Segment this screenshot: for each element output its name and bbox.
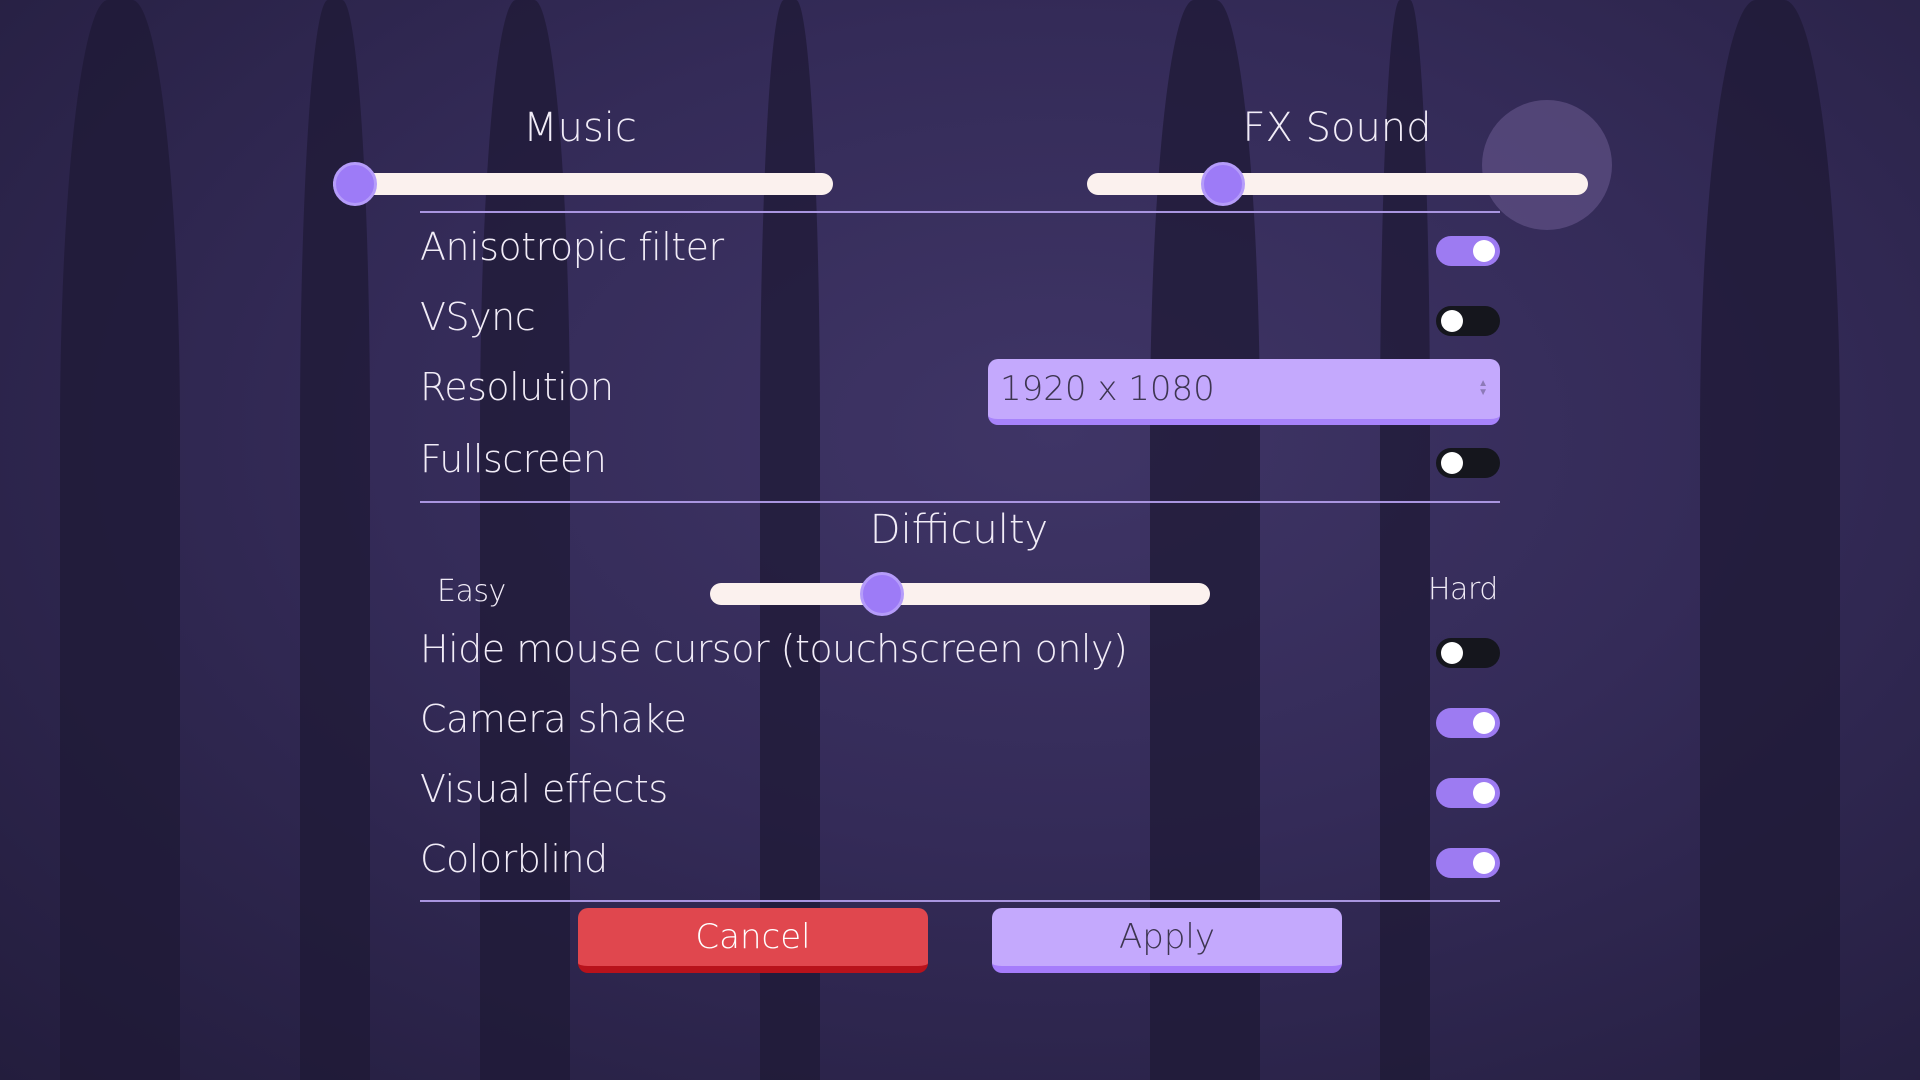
music-slider-knob[interactable] [333,162,377,206]
fullscreen-label: Fullscreen [420,437,607,481]
colorblind-toggle[interactable] [1436,848,1500,878]
divider [420,211,1500,213]
hide-mouse-cursor-label: Hide mouse cursor (touchscreen only) [420,627,1128,671]
divider [420,900,1500,902]
select-arrows-icon: ▲ ▼ [1478,378,1488,398]
difficulty-slider[interactable] [710,572,1210,616]
hard-label: Hard [1428,572,1498,607]
vsync-label: VSync [420,295,536,339]
fullscreen-toggle[interactable] [1436,448,1500,478]
resolution-label: Resolution [420,365,614,409]
moon [1482,100,1612,230]
cancel-button[interactable]: Cancel [578,908,928,973]
colorblind-label: Colorblind [420,837,608,881]
fx-sound-slider[interactable] [1087,162,1588,206]
divider [420,501,1500,503]
visual-effects-label: Visual effects [420,767,668,811]
vsync-toggle[interactable] [1436,306,1500,336]
hide-mouse-cursor-toggle[interactable] [1436,638,1500,668]
music-slider[interactable] [333,162,833,206]
camera-shake-toggle[interactable] [1436,708,1500,738]
difficulty-title: Difficulty [869,507,1049,553]
anisotropic-filter-label: Anisotropic filter [420,225,724,269]
anisotropic-filter-toggle[interactable] [1436,236,1500,266]
music-label: Music [523,105,637,151]
apply-button[interactable]: Apply [992,908,1342,973]
fx-sound-slider-knob[interactable] [1201,162,1246,206]
resolution-value: 1920 x 1080 [1000,369,1215,409]
easy-label: Easy [437,574,506,609]
visual-effects-toggle[interactable] [1436,778,1500,808]
resolution-select[interactable]: 1920 x 1080 ▲ ▼ [988,359,1500,425]
camera-shake-label: Camera shake [420,697,687,741]
fx-sound-label: FX Sound [1242,105,1432,151]
difficulty-slider-knob[interactable] [860,572,905,616]
